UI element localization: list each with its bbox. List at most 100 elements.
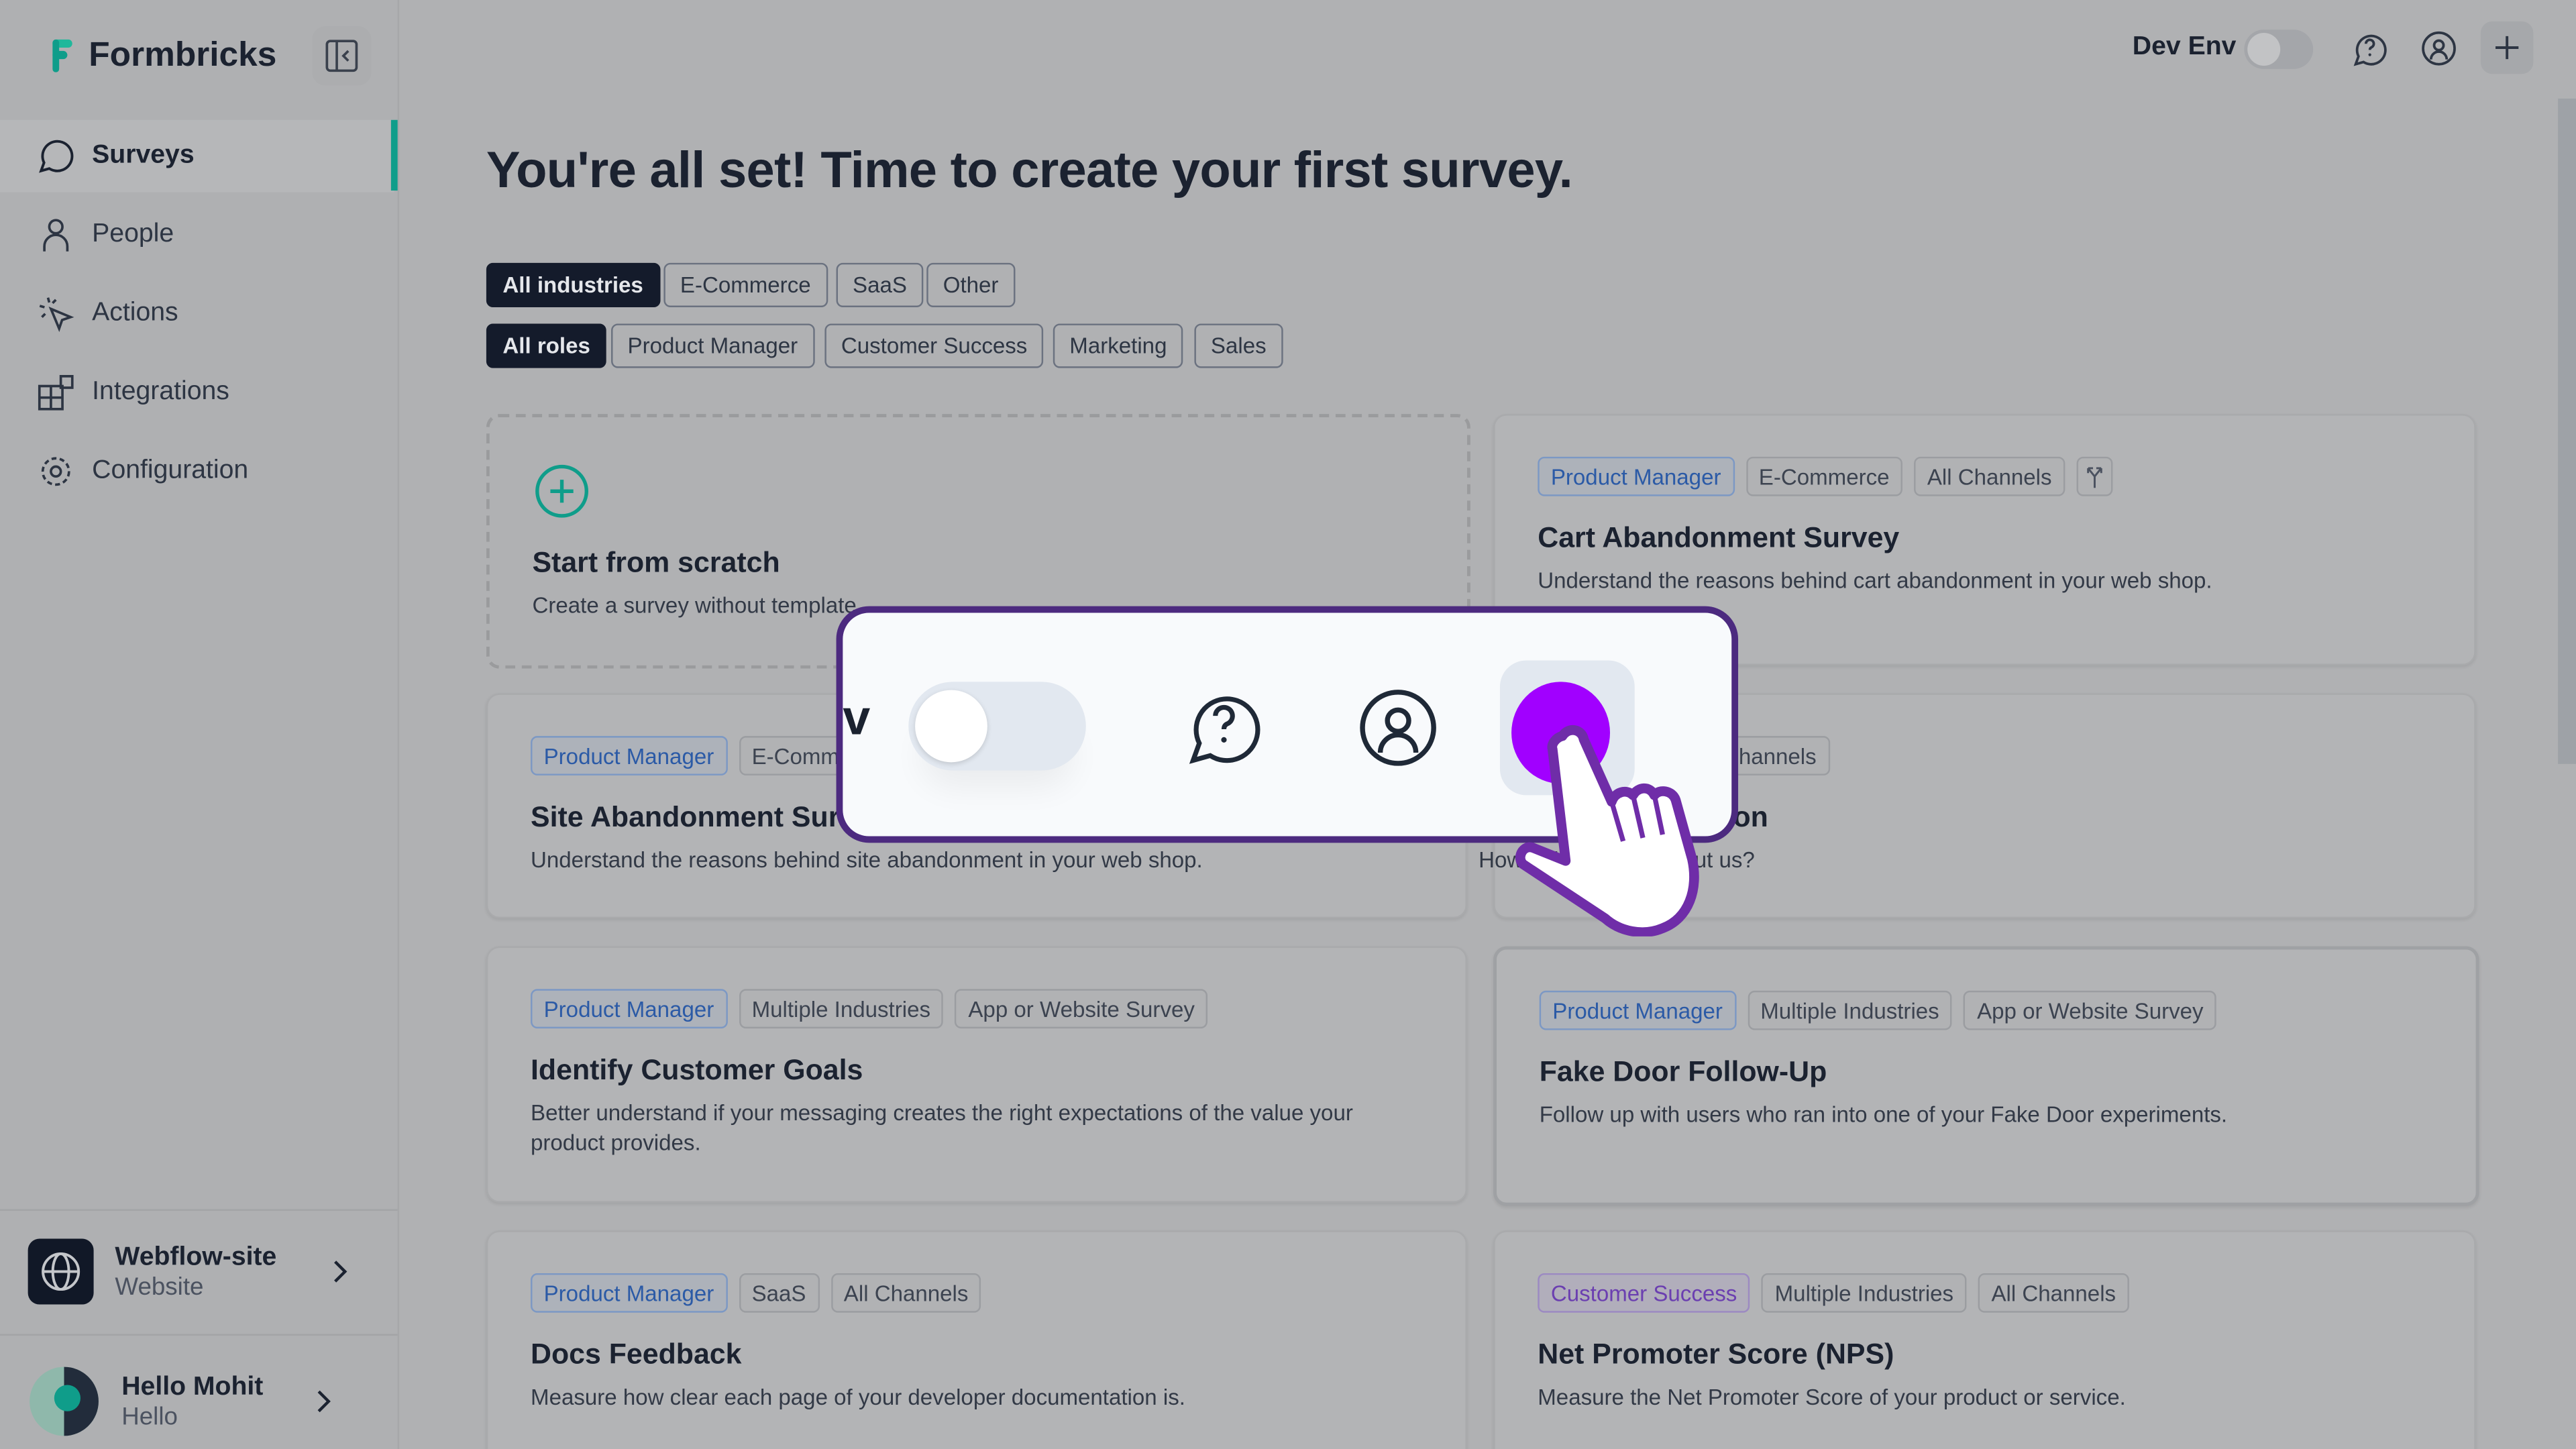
user-org: Hello	[121, 1402, 178, 1430]
tag: All Channels	[830, 1273, 982, 1313]
callout-partial-label: v	[843, 692, 871, 746]
tag: App or Website Survey	[1964, 990, 2217, 1030]
sidebar-item-surveys[interactable]: Surveys	[0, 119, 394, 193]
tag: Customer Success	[1538, 1273, 1750, 1313]
sidebar-item-label: Surveys	[92, 141, 195, 170]
template-card-nps[interactable]: Customer Success Multiple Industries All C…	[1493, 1230, 2476, 1449]
divider	[0, 1209, 398, 1211]
dev-env-label: Dev Env	[2132, 32, 2237, 61]
user-circle-icon[interactable]	[2420, 30, 2457, 67]
card-title: Site Abandonment Survey	[531, 800, 888, 833]
card-description: Follow up with users who ran into one of…	[1539, 1102, 2228, 1128]
tag: Multiple Industries	[1762, 1273, 1967, 1313]
tag: E-Commerce	[1746, 456, 1903, 496]
dev-env-toggle[interactable]	[2244, 30, 2314, 69]
panel-left-close-icon	[325, 40, 358, 72]
tag-list: Product Manager Multiple Industries App or…	[531, 989, 1208, 1029]
template-card-fake-door-follow-up[interactable]: Product Manager Multiple Industries App or…	[1493, 946, 2479, 1206]
settings-icon	[41, 457, 70, 486]
sidebar-item-actions[interactable]: Actions	[0, 278, 394, 350]
user-menu[interactable]: Hello Mohit Hello	[28, 1365, 337, 1438]
app-name: Formbricks	[89, 36, 277, 74]
project-avatar	[28, 1238, 94, 1305]
filter-other[interactable]: Other	[926, 262, 1015, 307]
logo[interactable]: Formbricks	[49, 36, 276, 76]
add-button[interactable]	[2480, 21, 2534, 74]
message-circle-icon	[39, 140, 74, 173]
tag: Multiple Industries	[738, 989, 944, 1029]
chevron-right-icon	[318, 1390, 331, 1413]
sidebar-item-configuration[interactable]: Configuration	[0, 435, 394, 508]
user-avatar	[30, 1366, 99, 1436]
tag: SaaS	[738, 1273, 820, 1313]
help-chat-icon[interactable]	[1183, 685, 1265, 767]
filter-saas[interactable]: SaaS	[836, 262, 924, 307]
role-filters: All roles Product Manager Customer Succe…	[486, 323, 1472, 372]
tag: Product Manager	[531, 1273, 727, 1313]
tag: Multiple Industries	[1747, 990, 1953, 1030]
filter-sales[interactable]: Sales	[1194, 323, 1283, 368]
user-icon	[43, 219, 69, 252]
industry-filters: All industries E-Commerce SaaS Other	[486, 262, 1472, 312]
card-description: Measure the Net Promoter Score of your p…	[1538, 1385, 2126, 1410]
card-title: Cart Abandonment Survey	[1538, 521, 1900, 554]
tag: All Channels	[1914, 456, 2065, 496]
divider	[0, 1334, 398, 1336]
plus-icon	[2496, 36, 2519, 60]
filter-marketing[interactable]: Marketing	[1053, 323, 1183, 368]
tag: Product Manager	[1539, 990, 1736, 1030]
card-title: Net Promoter Score (NPS)	[1538, 1337, 1894, 1371]
filter-customer-success[interactable]: Customer Success	[824, 323, 1044, 368]
project-type: Website	[115, 1272, 204, 1301]
globe-icon	[42, 1252, 80, 1291]
dev-env-toggle-zoomed[interactable]	[908, 682, 1086, 771]
card-title: Start from scratch	[532, 545, 780, 579]
sidebar-item-integrations[interactable]: Integrations	[0, 356, 394, 429]
tag: Product Manager	[531, 989, 727, 1029]
user-name: Hello Mohit	[121, 1373, 264, 1401]
active-indicator	[390, 119, 398, 191]
tag-list: Product Manager Multiple Industries App or…	[1539, 990, 2217, 1030]
card-description: Understand the reasons behind site aband…	[531, 847, 1203, 873]
tag-list: Product Manager SaaS All Channels	[531, 1273, 982, 1313]
filter-e-commerce[interactable]: E-Commerce	[663, 262, 828, 307]
template-card-docs-feedback[interactable]: Product Manager SaaS All Channels Docs Feed…	[486, 1230, 1467, 1449]
page-title: You're all set! Time to create your firs…	[486, 141, 1573, 199]
tag-list: Customer Success Multiple Industries All C…	[1538, 1273, 2129, 1313]
toggle-knob	[915, 690, 987, 763]
sidebar-item-label: Integrations	[92, 378, 229, 406]
filter-all-industries[interactable]: All industries	[486, 262, 660, 307]
card-description: Understand the reasons behind cart aband…	[1538, 568, 2212, 594]
formbricks-logo-icon	[52, 39, 72, 72]
mouse-pointer-click-icon	[39, 297, 74, 332]
card-description: Better understand if your messaging crea…	[531, 1100, 1353, 1155]
tag: App or Website Survey	[955, 989, 1208, 1029]
card-title: Identify Customer Goals	[531, 1053, 863, 1086]
tag-list: Product Manager E-Commerce All Channels	[1538, 456, 2113, 496]
project-name: Webflow-site	[115, 1242, 277, 1271]
collapse-sidebar-button[interactable]	[312, 26, 372, 86]
project-switcher[interactable]: Webflow-site Website	[28, 1238, 354, 1305]
card-description: Measure how clear each page of your deve…	[531, 1385, 1185, 1410]
tag: All Channels	[1978, 1273, 2129, 1313]
user-circle-icon[interactable]	[1355, 685, 1440, 770]
filter-product-manager[interactable]: Product Manager	[611, 323, 814, 368]
chevron-right-icon	[334, 1260, 348, 1283]
sidebar-item-label: Actions	[92, 299, 178, 327]
template-card-identify-customer-goals[interactable]: Product Manager Multiple Industries App or…	[486, 946, 1467, 1203]
tag: Product Manager	[531, 736, 727, 775]
scrollbar[interactable]	[2558, 98, 2576, 764]
help-chat-icon[interactable]	[2351, 30, 2389, 67]
blocks-icon	[38, 374, 74, 411]
card-title: Fake Door Follow-Up	[1539, 1055, 1827, 1088]
sidebar-item-label: Configuration	[92, 456, 249, 485]
sidebar-item-people[interactable]: People	[0, 199, 394, 271]
sidebar-item-label: People	[92, 220, 174, 248]
branch-logic-icon	[2076, 456, 2113, 496]
tag: Product Manager	[1538, 456, 1735, 496]
toggle-knob	[2247, 32, 2281, 66]
hand-cursor-icon	[1515, 725, 1699, 936]
card-title: Docs Feedback	[531, 1337, 742, 1371]
app-window: Formbricks Surveys People Actions Integr…	[0, 0, 2576, 1449]
filter-all-roles[interactable]: All roles	[486, 323, 607, 368]
